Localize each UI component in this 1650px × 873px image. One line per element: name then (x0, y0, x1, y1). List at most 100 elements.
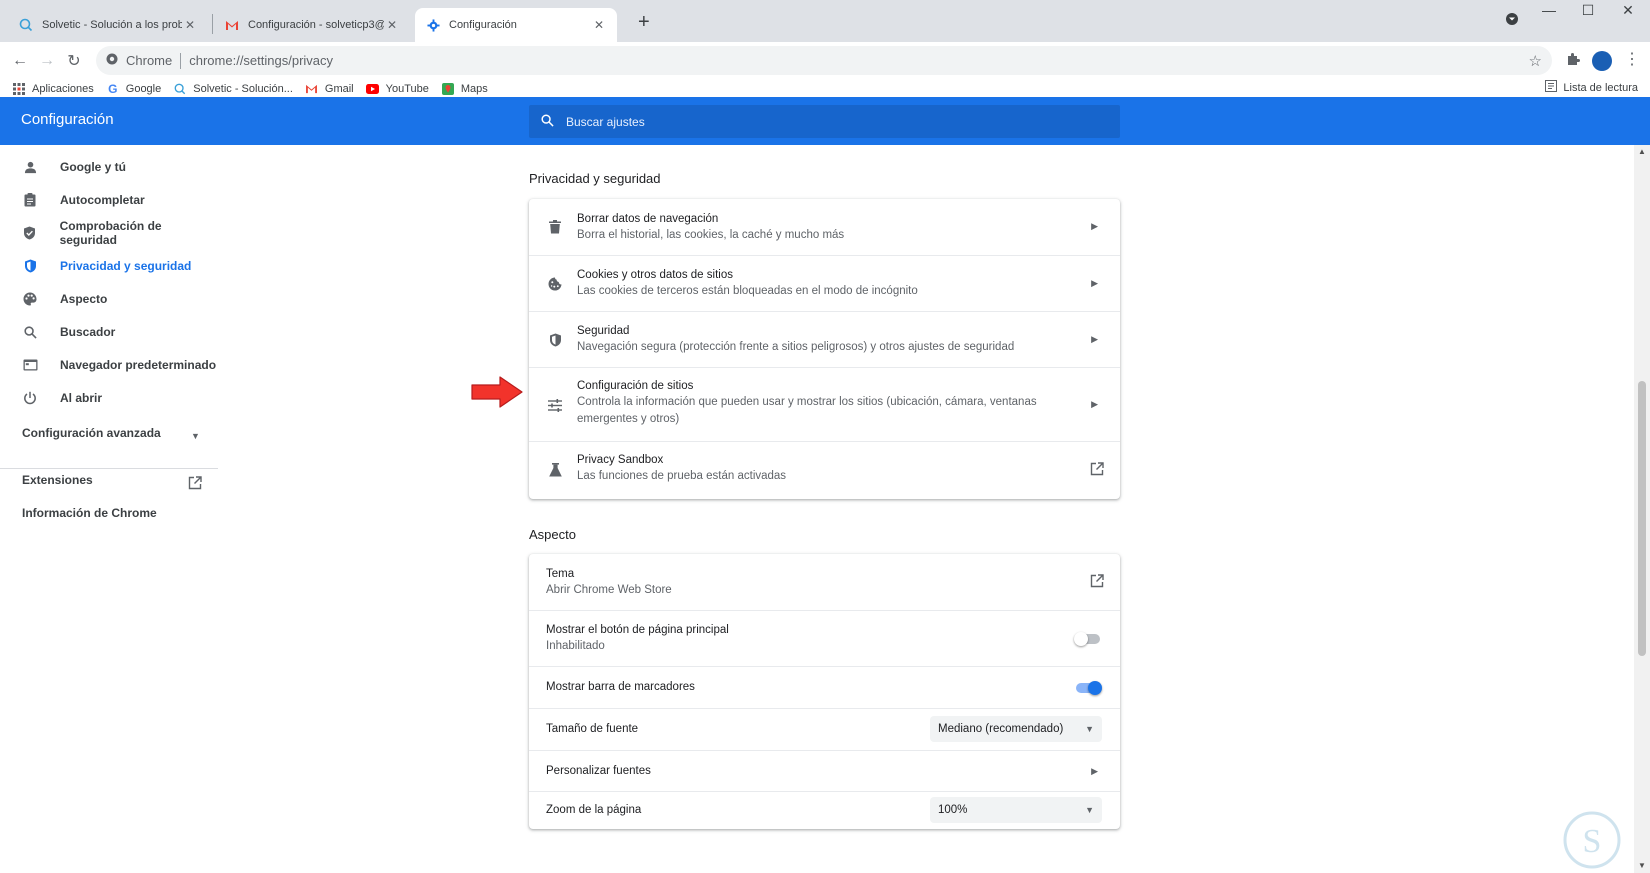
search-placeholder: Buscar ajustes (566, 114, 645, 129)
page-title: Configuración (21, 111, 114, 128)
shield-icon (547, 332, 563, 348)
bookmark-label: Maps (460, 82, 488, 95)
bookmark-google[interactable]: G Google (106, 82, 161, 96)
row-security[interactable]: Seguridad Navegación segura (protección … (529, 311, 1120, 367)
close-window-icon[interactable]: ✕ (1613, 2, 1643, 22)
sidebar-item-privacy[interactable]: Privacidad y seguridad (0, 250, 218, 282)
sidebar-item-safety-check[interactable]: Comprobación de seguridad (0, 217, 218, 249)
tune-sliders-icon (547, 397, 563, 413)
sidebar-item-label: Aspecto (60, 292, 108, 306)
sidebar-item-about-chrome[interactable]: Información de Chrome (22, 506, 157, 520)
sidebar-item-autofill[interactable]: Autocompletar (0, 184, 218, 216)
row-title: Privacy Sandbox (577, 454, 664, 466)
address-bar[interactable]: Chrome chrome://settings/privacy ☆ (96, 46, 1552, 75)
tab-title: Configuración (449, 19, 517, 31)
row-clear-browsing-data[interactable]: Borrar datos de navegación Borra el hist… (529, 199, 1120, 255)
open-in-new-icon[interactable] (1090, 574, 1104, 591)
sidebar-item-appearance[interactable]: Aspecto (0, 283, 218, 315)
apps-grid-icon (12, 82, 26, 96)
row-cookies[interactable]: Cookies y otros datos de sitios Las cook… (529, 255, 1120, 311)
close-tab-icon[interactable]: ✕ (182, 18, 198, 32)
search-settings-input[interactable]: Buscar ajustes (529, 105, 1120, 138)
appearance-section-title: Aspecto (529, 527, 576, 542)
row-title: Seguridad (577, 325, 630, 337)
row-site-settings[interactable]: Configuración de sitios Controla la info… (529, 367, 1120, 441)
settings-sidebar: Google y tú Autocompletar Comprobación d… (0, 145, 218, 873)
menu-kebab-icon[interactable]: ⋮ (1624, 52, 1640, 68)
browser-toolbar: ← → ↻ Chrome chrome://settings/privacy ☆… (0, 42, 1650, 80)
sidebar-item-label: Buscador (60, 325, 116, 339)
close-tab-icon[interactable]: ✕ (384, 18, 400, 32)
profile-avatar[interactable] (1592, 51, 1612, 71)
browser-icon (22, 357, 38, 373)
sidebar-item-default-browser[interactable]: Navegador predeterminado (0, 349, 218, 381)
row-title: Cookies y otros datos de sitios (577, 269, 733, 281)
chevron-down-icon[interactable]: ▼ (191, 431, 200, 441)
page-scrollbar[interactable]: ▲ ▼ (1634, 145, 1650, 873)
sidebar-item-advanced[interactable]: Configuración avanzada (22, 426, 161, 440)
new-tab-icon[interactable]: + (638, 12, 650, 32)
maximize-icon[interactable]: ☐ (1573, 2, 1603, 22)
forward-arrow-icon[interactable]: → (37, 51, 57, 71)
bookmark-maps[interactable]: Maps (441, 82, 488, 96)
google-g-icon: G (108, 81, 118, 96)
search-icon (541, 113, 554, 130)
font-size-select[interactable]: Mediano (recomendado) ▼ (930, 716, 1102, 742)
reading-list-button[interactable]: Lista de lectura (1545, 80, 1638, 95)
select-value: Mediano (recomendado) (938, 723, 1064, 735)
row-theme[interactable]: Tema Abrir Chrome Web Store (529, 554, 1120, 610)
sidebar-item-extensions[interactable]: Extensiones (22, 473, 93, 487)
tab-search-icon[interactable] (1497, 12, 1527, 32)
row-privacy-sandbox[interactable]: Privacy Sandbox Las funciones de prueba … (529, 441, 1120, 499)
row-title: Personalizar fuentes (546, 765, 651, 777)
reload-icon[interactable]: ↻ (64, 51, 84, 71)
home-button-toggle[interactable] (1074, 632, 1102, 646)
chevron-right-icon: ▶ (1091, 766, 1098, 776)
row-subtitle-continued: emergentes y otros) (577, 413, 680, 425)
open-in-new-icon[interactable] (188, 476, 202, 493)
sidebar-item-search-engine[interactable]: Buscador (0, 316, 218, 348)
bookmarks-bar-toggle[interactable] (1074, 681, 1102, 695)
row-title: Tema (546, 568, 575, 580)
reading-list-icon (1545, 80, 1558, 95)
bookmarks-bar: Aplicaciones G Google Solvetic - Solució… (0, 80, 1650, 97)
toggle-knob (1088, 681, 1102, 695)
chevron-right-icon: ▶ (1091, 334, 1098, 344)
bookmark-label: Gmail (324, 82, 354, 95)
svg-text:S: S (1583, 823, 1602, 860)
tab-gmail-settings[interactable]: Configuración - solveticp3@gmail.com ✕ (214, 8, 410, 42)
reading-list-label: Lista de lectura (1563, 81, 1638, 94)
solvetic-favicon-icon (18, 17, 34, 33)
tab-solvetic[interactable]: Solvetic - Solución a los problemas ✕ (8, 8, 208, 42)
open-in-new-icon[interactable] (1090, 462, 1104, 479)
address-divider (180, 52, 182, 69)
gear-icon (425, 17, 441, 33)
bookmark-label: Google (125, 82, 162, 95)
bookmark-solvetic[interactable]: Solvetic - Solución... (173, 82, 293, 96)
scrollbar-thumb[interactable] (1638, 381, 1646, 656)
bookmark-apps[interactable]: Aplicaciones (12, 82, 94, 96)
row-title: Mostrar barra de marcadores (546, 681, 695, 693)
extensions-puzzle-icon[interactable] (1566, 52, 1580, 69)
row-title: Tamaño de fuente (546, 723, 639, 735)
back-arrow-icon[interactable]: ← (10, 51, 30, 71)
maps-pin-icon (441, 82, 455, 96)
bookmark-star-icon[interactable]: ☆ (1529, 52, 1542, 70)
sidebar-item-google[interactable]: Google y tú (0, 151, 218, 183)
row-customize-fonts[interactable]: Personalizar fuentes ▶ (529, 750, 1120, 791)
minimize-icon[interactable]: — (1534, 2, 1564, 22)
bookmark-youtube[interactable]: YouTube (366, 82, 429, 96)
tab-settings[interactable]: Configuración ✕ (415, 8, 617, 42)
chevron-down-icon: ▼ (1085, 805, 1094, 815)
clipboard-icon (22, 192, 38, 208)
sidebar-item-on-startup[interactable]: Al abrir (0, 382, 218, 414)
page-zoom-select[interactable]: 100% ▼ (930, 797, 1102, 823)
toggle-knob (1074, 632, 1088, 646)
row-subtitle: Las cookies de terceros están bloqueadas… (577, 285, 918, 297)
scroll-up-icon[interactable]: ▲ (1638, 147, 1646, 156)
sidebar-item-label: Google y tú (60, 160, 126, 174)
scroll-down-icon[interactable]: ▼ (1638, 861, 1646, 870)
bookmark-gmail[interactable]: Gmail (305, 82, 354, 96)
chevron-right-icon: ▶ (1091, 278, 1098, 288)
close-tab-icon[interactable]: ✕ (591, 18, 607, 32)
